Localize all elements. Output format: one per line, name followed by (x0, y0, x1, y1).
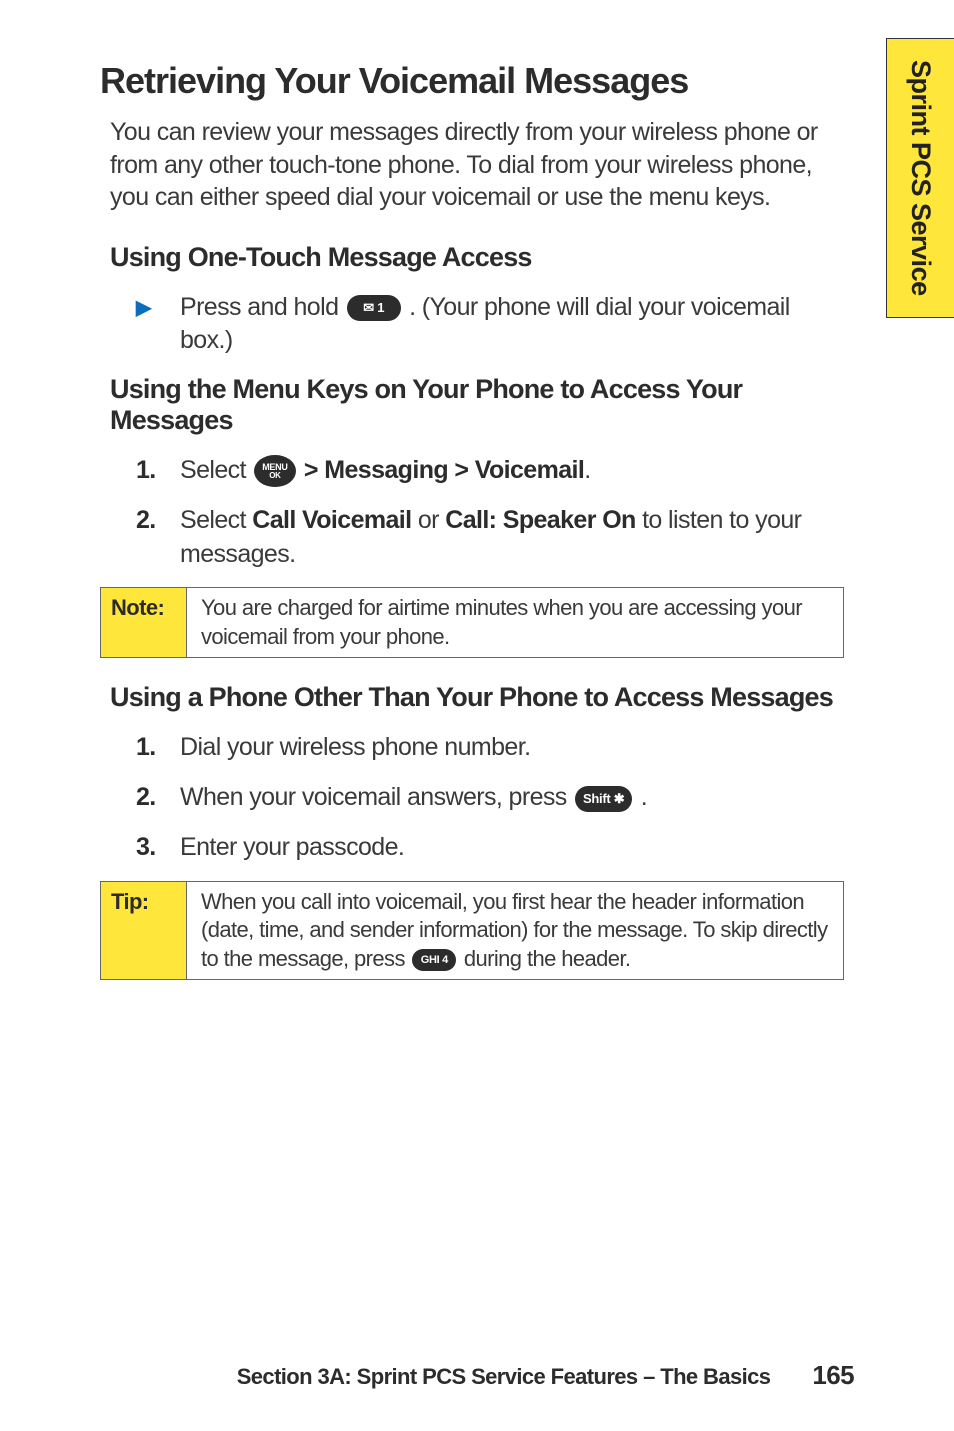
key-4-icon: GHI 4 (412, 949, 456, 971)
step-other-2: 2. When your voicemail answers, press Sh… (136, 781, 834, 815)
side-tab: Sprint PCS Service (886, 38, 954, 318)
footer-page-number: 165 (812, 1360, 854, 1391)
note-label: Note: (101, 588, 187, 657)
step-number: 2. (136, 781, 180, 815)
tip-callout: Tip: When you call into voicemail, you f… (100, 881, 844, 981)
key-1-icon: ✉ 1 (347, 295, 401, 321)
step-menukeys-1: 1. Select MENUOK > Messaging > Voicemail… (136, 454, 834, 488)
step-body: Select MENUOK > Messaging > Voicemail. (180, 454, 834, 488)
tip-label: Tip: (101, 882, 187, 980)
step-body: Dial your wireless phone number. (180, 731, 834, 765)
side-tab-label: Sprint PCS Service (905, 60, 936, 296)
triangle-bullet-icon: ▶ (136, 291, 180, 322)
step-menukeys-2: 2. Select Call Voicemail or Call: Speake… (136, 504, 834, 572)
step-other-3: 3. Enter your passcode. (136, 831, 834, 865)
text: Select (180, 506, 252, 534)
step-number: 1. (136, 731, 180, 765)
text: during the header. (458, 946, 630, 971)
bold-option: Call Voicemail (252, 506, 411, 534)
heading-other-phone: Using a Phone Other Than Your Phone to A… (110, 682, 834, 713)
note-body: You are charged for airtime minutes when… (187, 588, 843, 657)
text: or (412, 506, 446, 534)
bold-path: > Messaging > Voicemail (298, 456, 585, 484)
text: Select (180, 456, 252, 484)
step-body: When your voicemail answers, press Shift… (180, 781, 834, 815)
step-number: 2. (136, 504, 180, 538)
step-body: Press and hold ✉ 1 . (Your phone will di… (180, 291, 834, 359)
step-number: 1. (136, 454, 180, 488)
note-callout: Note: You are charged for airtime minute… (100, 587, 844, 658)
text: When your voicemail answers, press (180, 783, 573, 811)
heading-menu-keys: Using the Menu Keys on Your Phone to Acc… (110, 374, 834, 436)
tip-body: When you call into voicemail, you first … (187, 882, 843, 980)
page-content: Retrieving Your Voicemail Messages You c… (0, 0, 954, 980)
ok-label: OK (269, 472, 280, 480)
footer-section-title: Section 3A: Sprint PCS Service Features … (237, 1364, 771, 1390)
menu-ok-key-icon: MENUOK (254, 455, 295, 487)
text: . (634, 783, 647, 811)
heading-one-touch: Using One-Touch Message Access (110, 242, 834, 273)
key-shift-star-icon: Shift ✱ (575, 786, 632, 812)
page-title: Retrieving Your Voicemail Messages (100, 60, 844, 102)
step-one-touch: ▶ Press and hold ✉ 1 . (Your phone will … (136, 291, 834, 359)
step-other-1: 1. Dial your wireless phone number. (136, 731, 834, 765)
bold-option: Call: Speaker On (445, 506, 635, 534)
text: Press and hold (180, 293, 345, 321)
intro-paragraph: You can review your messages directly fr… (110, 116, 834, 214)
step-body: Enter your passcode. (180, 831, 834, 865)
text: . (584, 456, 590, 484)
step-body: Select Call Voicemail or Call: Speaker O… (180, 504, 834, 572)
step-number: 3. (136, 831, 180, 865)
page-footer: Section 3A: Sprint PCS Service Features … (0, 1360, 954, 1391)
